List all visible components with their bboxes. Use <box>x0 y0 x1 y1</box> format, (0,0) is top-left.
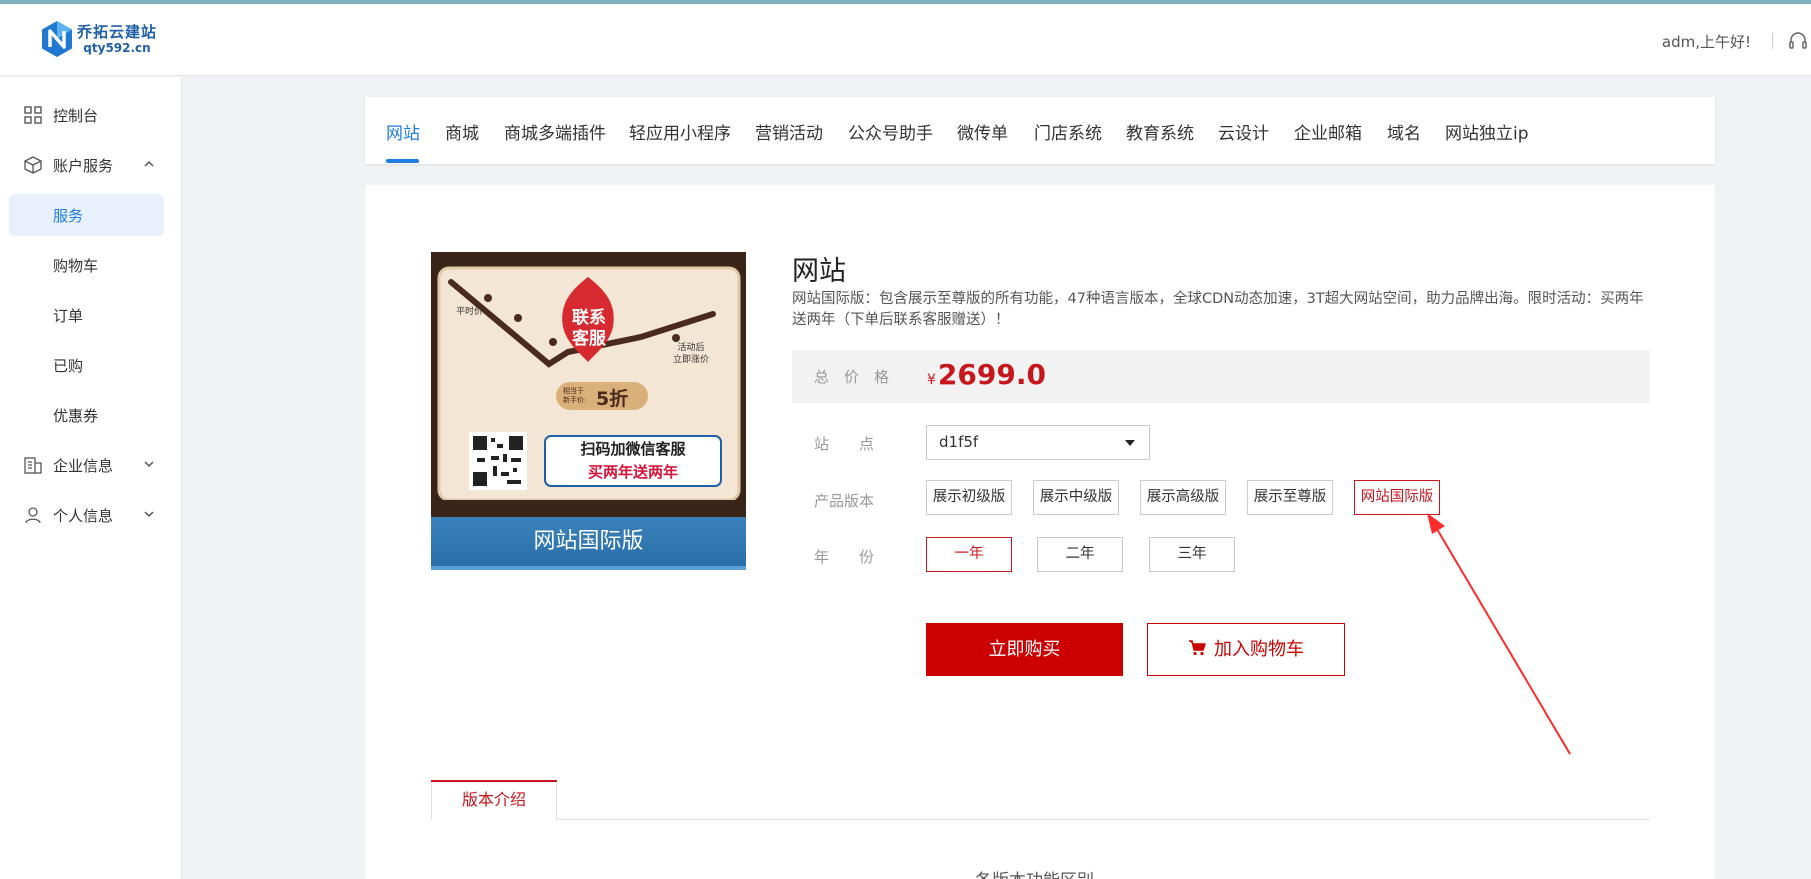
year-option-three[interactable]: 三年 <box>1149 537 1235 572</box>
sidebar-item-purchased[interactable]: 已购 <box>53 355 83 376</box>
tab-marketing[interactable]: 营销活动 <box>755 119 823 144</box>
sidebar-item-coupons[interactable]: 优惠券 <box>53 405 98 426</box>
headset-icon[interactable] <box>1787 30 1809 52</box>
chevron-down-icon <box>142 457 156 471</box>
brand-logo[interactable]: 乔拓云建站 qty592.cn <box>40 20 157 58</box>
tab-mini-program[interactable]: 轻应用小程序 <box>629 119 731 144</box>
year-option-two[interactable]: 二年 <box>1037 537 1123 572</box>
tab-official-account[interactable]: 公众号助手 <box>848 119 933 144</box>
version-option-basic[interactable]: 展示初级版 <box>926 480 1012 515</box>
tab-dedicated-ip[interactable]: 网站独立ip <box>1445 119 1529 144</box>
sidebar-item-label: 企业信息 <box>53 457 114 475</box>
chevron-up-icon <box>142 157 156 171</box>
section-heading: 各版本功能区别 <box>975 866 1094 879</box>
price-rise-line2: 立即涨价 <box>673 355 710 365</box>
add-to-cart-button[interactable]: 加入购物车 <box>1147 623 1345 676</box>
building-icon <box>24 456 42 474</box>
sidebar-item-label: 服务 <box>53 207 84 225</box>
flame-text-line2: 客服 <box>572 329 606 349</box>
tab-mall-plugin[interactable]: 商城多端插件 <box>504 119 606 144</box>
header-divider <box>1772 33 1773 49</box>
sidebar: 控制台 账户服务 服务 购物车 订单 已购 优惠券 企业信息 个人信息 <box>0 77 182 879</box>
caret-down-icon <box>1125 440 1135 446</box>
chevron-down-icon <box>142 507 156 521</box>
product-promo-image: 联系 客服 平时价 活动后 立即涨价 相当于 新手价: 5折 扫码加微信客服 买… <box>431 252 746 570</box>
buy-now-button[interactable]: 立即购买 <box>926 623 1123 676</box>
top-header: 乔拓云建站 qty592.cn adm,上午好! <box>0 4 1811 76</box>
sidebar-item-account-services[interactable]: 账户服务 <box>0 144 182 186</box>
logo-n-icon <box>40 20 74 58</box>
promo-banner-title: 网站国际版 <box>431 517 746 570</box>
box-icon <box>24 156 42 174</box>
logo-name: 乔拓云建站 <box>77 22 158 41</box>
user-icon <box>24 506 42 524</box>
sidebar-item-label: 控制台 <box>53 107 99 125</box>
tab-education[interactable]: 教育系统 <box>1126 119 1194 144</box>
price-rise-label: 活动后 立即涨价 <box>673 342 709 366</box>
tab-store-system[interactable]: 门店系统 <box>1034 119 1102 144</box>
version-option-premium[interactable]: 展示至尊版 <box>1247 480 1333 515</box>
sidebar-item-label: 账户服务 <box>53 157 114 175</box>
tab-cloud-design[interactable]: 云设计 <box>1218 119 1269 144</box>
add-to-cart-label: 加入购物车 <box>1214 639 1304 660</box>
currency-symbol: ¥ <box>927 372 936 388</box>
sidebar-item-company-info[interactable]: 企业信息 <box>0 444 182 486</box>
offer-text: 买两年送两年 <box>587 463 678 481</box>
price-box <box>792 350 1650 403</box>
annotation-arrow-icon <box>1427 513 1571 755</box>
cart-icon <box>1189 640 1206 656</box>
year-label: 年 份 <box>814 548 875 566</box>
total-price: ¥2699.0 <box>927 358 1046 391</box>
discount-badge: 5折 <box>596 388 629 410</box>
site-select-value: d1f5f <box>939 433 979 451</box>
tab-enterprise-mail[interactable]: 企业邮箱 <box>1294 119 1362 144</box>
product-tab-bar: 网站 商城 商城多端插件 轻应用小程序 营销活动 公众号助手 微传单 门店系统 … <box>365 97 1715 164</box>
user-greeting[interactable]: adm,上午好! <box>1662 31 1751 52</box>
badge-small-line2: 新手价: <box>563 396 587 404</box>
tab-version-intro[interactable]: 版本介绍 <box>431 780 557 820</box>
grid-icon <box>24 106 42 124</box>
version-label: 产品版本 <box>814 492 875 510</box>
price-value: 2699.0 <box>937 358 1046 391</box>
sidebar-item-orders[interactable]: 订单 <box>53 305 83 326</box>
price-rise-line1: 活动后 <box>677 343 705 353</box>
site-select[interactable]: d1f5f <box>926 425 1150 460</box>
active-details-tab-marker <box>431 780 557 782</box>
sidebar-item-personal-info[interactable]: 个人信息 <box>0 494 182 536</box>
sidebar-item-service[interactable]: 服务 <box>9 194 164 236</box>
badge-small-text: 相当于 新手价: <box>563 387 586 405</box>
tab-flyer[interactable]: 微传单 <box>957 119 1008 144</box>
badge-small-line1: 相当于 <box>563 387 584 395</box>
details-tab-divider <box>431 819 1650 820</box>
active-tab-underline <box>386 159 419 163</box>
flame-text: 联系 客服 <box>564 308 614 350</box>
product-description: 网站国际版：包含展示至尊版的所有功能，47种语言版本，全球CDN动态加速，3T超… <box>792 291 1644 328</box>
version-option-mid[interactable]: 展示中级版 <box>1033 480 1119 515</box>
sidebar-item-label: 个人信息 <box>53 507 114 525</box>
site-label: 站 点 <box>814 435 875 453</box>
price-label: 总 价 格 <box>814 368 890 386</box>
tab-mall[interactable]: 商城 <box>445 119 479 144</box>
scan-text: 扫码加微信客服 <box>580 440 686 458</box>
tab-domain[interactable]: 域名 <box>1387 119 1421 144</box>
flame-text-line1: 联系 <box>572 308 606 328</box>
product-title: 网站 <box>792 256 846 287</box>
sidebar-item-console[interactable]: 控制台 <box>0 94 182 136</box>
year-option-one[interactable]: 一年 <box>926 537 1012 572</box>
sidebar-item-cart[interactable]: 购物车 <box>53 255 98 276</box>
regular-price-label: 平时价 <box>456 307 484 317</box>
logo-domain: qty592.cn <box>83 40 151 55</box>
version-option-advanced[interactable]: 展示高级版 <box>1140 480 1226 515</box>
tab-website[interactable]: 网站 <box>386 119 420 144</box>
